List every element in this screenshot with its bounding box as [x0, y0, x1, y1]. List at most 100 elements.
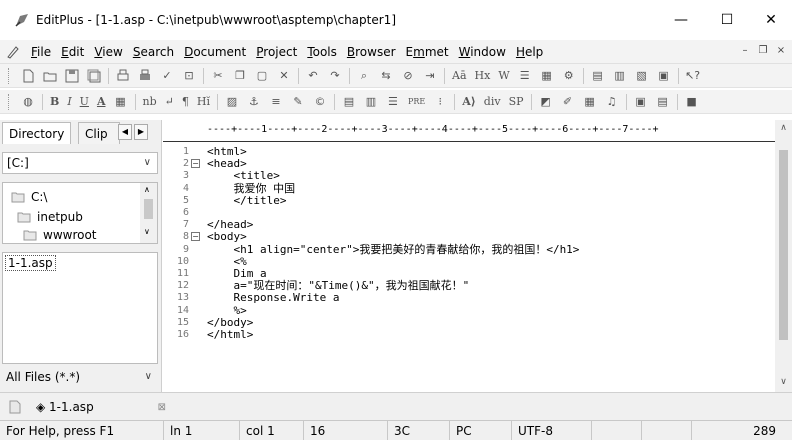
globe-icon[interactable]: ◍ — [19, 93, 37, 111]
save-all-icon[interactable] — [85, 67, 103, 85]
print-icon[interactable] — [136, 67, 154, 85]
ordered-list-icon[interactable]: ⁝ — [431, 93, 449, 111]
print-preview-icon[interactable] — [114, 67, 132, 85]
paragraph-button[interactable]: ¶ — [180, 93, 191, 111]
view-source-icon[interactable]: ▤ — [654, 93, 672, 111]
minimize-button[interactable]: — — [658, 0, 704, 40]
paste-icon[interactable]: ▢ — [253, 67, 271, 85]
scrollbar-thumb[interactable] — [144, 199, 153, 219]
close-tab-icon[interactable]: ⊠ — [158, 402, 166, 413]
drive-select[interactable]: [C:] ∨ — [2, 152, 158, 174]
help-pointer-icon[interactable]: ↖? — [684, 67, 702, 85]
preview-icon[interactable]: ▣ — [632, 93, 650, 111]
mdi-minimize-button[interactable]: – — [738, 44, 752, 58]
code-line[interactable]: <title> — [207, 170, 279, 182]
tab-clip[interactable]: Clip — [78, 122, 120, 144]
find-icon[interactable]: ⌕ — [355, 67, 373, 85]
menu-browser[interactable]: Browser — [342, 45, 401, 59]
pencil-icon[interactable]: ✎ — [289, 93, 307, 111]
table-icon[interactable]: ▦ — [112, 93, 130, 111]
form-icon[interactable]: ▤ — [340, 93, 358, 111]
menu-tools[interactable]: Tools — [302, 45, 342, 59]
code-line[interactable]: 我爱你 中国 — [207, 182, 295, 195]
fold-toggle-icon[interactable]: − — [191, 232, 200, 242]
menu-project[interactable]: Project — [251, 45, 302, 59]
heading-button[interactable]: Hĭ — [195, 93, 212, 111]
code-line[interactable]: </title> — [207, 194, 286, 207]
dir-item-wwwroot[interactable]: wwwroot — [23, 225, 97, 245]
full-screen-icon[interactable]: ▣ — [655, 67, 673, 85]
scrollbar-thumb[interactable] — [779, 150, 788, 340]
column-select-icon[interactable]: ▦ — [538, 67, 556, 85]
delete-icon[interactable]: ✕ — [275, 67, 293, 85]
window-cascade-icon[interactable]: ▥ — [611, 67, 629, 85]
editor-scrollbar[interactable]: ∧ ∨ — [775, 120, 792, 392]
settings-gear-icon[interactable]: ⚙ — [560, 67, 578, 85]
toolbar-grip[interactable] — [8, 67, 11, 84]
window-list-icon[interactable]: ▧ — [633, 67, 651, 85]
goto-line-icon[interactable]: ⇥ — [421, 67, 439, 85]
replace-icon[interactable]: ⇆ — [377, 67, 395, 85]
code-line[interactable]: <body> — [207, 231, 247, 243]
close-button[interactable]: ✕ — [748, 0, 792, 40]
bold-button[interactable]: B — [48, 93, 61, 111]
window-tile-icon[interactable]: ▤ — [589, 67, 607, 85]
horizontal-rule-icon[interactable]: ≡ — [267, 93, 285, 111]
word-wrap-button[interactable]: W — [496, 67, 511, 85]
menu-emmet[interactable]: Emmet — [401, 45, 454, 59]
browser-icon[interactable]: ⊡ — [180, 67, 198, 85]
code-line[interactable]: <h1 align="center">我要把美好的青春献给你，我的祖国！</h1… — [207, 243, 579, 256]
anchor-tag-button[interactable]: A⟩ — [460, 93, 478, 111]
scroll-up-icon[interactable]: ∧ — [144, 185, 150, 194]
anchor-icon[interactable]: ⚓ — [245, 93, 263, 111]
code-line[interactable]: <head> — [207, 158, 247, 170]
cut-icon[interactable]: ✂ — [209, 67, 227, 85]
toolbar-grip[interactable] — [8, 93, 11, 110]
list-icon[interactable]: ☰ — [384, 93, 402, 111]
save-icon[interactable] — [63, 67, 81, 85]
fold-toggle-icon[interactable]: − — [191, 159, 200, 169]
mdi-restore-button[interactable]: ❐ — [756, 44, 770, 58]
undo-icon[interactable]: ↶ — [304, 67, 322, 85]
code-line[interactable]: </body> — [207, 316, 253, 329]
code-line[interactable]: <% — [207, 255, 246, 268]
clip-library-icon[interactable]: ■ — [683, 93, 701, 111]
menu-help[interactable]: Help — [511, 45, 548, 59]
line-break-button[interactable]: ↵ — [163, 93, 176, 111]
tab-scroll-left-icon[interactable]: ◀ — [118, 124, 132, 140]
copyright-icon[interactable]: © — [311, 93, 329, 111]
tab-directory[interactable]: Directory — [2, 122, 72, 144]
file-filter-select[interactable]: All Files (*.*) ∨ — [2, 366, 158, 388]
textarea-icon[interactable]: ▥ — [362, 93, 380, 111]
nbsp-button[interactable]: nb — [141, 93, 159, 111]
copy-icon[interactable]: ❐ — [231, 67, 249, 85]
menu-edit[interactable]: Edit — [56, 45, 89, 59]
font-color-button[interactable]: A — [95, 93, 108, 111]
code-line[interactable]: </html> — [207, 329, 253, 341]
redo-icon[interactable]: ↷ — [326, 67, 344, 85]
new-file-icon[interactable] — [19, 67, 37, 85]
underline-button[interactable]: U — [78, 93, 91, 111]
menu-document[interactable]: Document — [179, 45, 251, 59]
hex-view-button[interactable]: Hx — [473, 67, 493, 85]
menu-view[interactable]: View — [89, 45, 127, 59]
code-text-area[interactable]: <html> <head> <title> 我爱你 中国 </title> </he… — [207, 142, 773, 392]
menu-file[interactable]: File — [26, 45, 56, 59]
code-line[interactable]: %> — [207, 304, 246, 317]
document-tab[interactable]: ◈ 1-1.asp ⊠ — [8, 395, 170, 419]
line-numbers-icon[interactable]: ☰ — [516, 67, 534, 85]
menu-search[interactable]: Search — [128, 45, 179, 59]
menu-window[interactable]: Window — [454, 45, 511, 59]
span-button[interactable]: SP — [507, 93, 526, 111]
code-line[interactable]: <html> — [207, 146, 247, 158]
color-picker-icon[interactable]: ◩ — [537, 93, 555, 111]
italic-button[interactable]: I — [65, 93, 73, 111]
open-folder-icon[interactable] — [41, 67, 59, 85]
scroll-up-icon[interactable]: ∧ — [775, 120, 792, 136]
maximize-button[interactable]: ☐ — [704, 0, 750, 40]
spell-check-icon[interactable]: ✓ — [158, 67, 176, 85]
tab-scroll-right-icon[interactable]: ▶ — [134, 124, 148, 140]
code-line[interactable]: a="现在时间："&Time()&"，我为祖国献花！" — [207, 280, 469, 292]
code-line[interactable]: </head> — [207, 219, 253, 231]
div-button[interactable]: div — [482, 93, 503, 111]
